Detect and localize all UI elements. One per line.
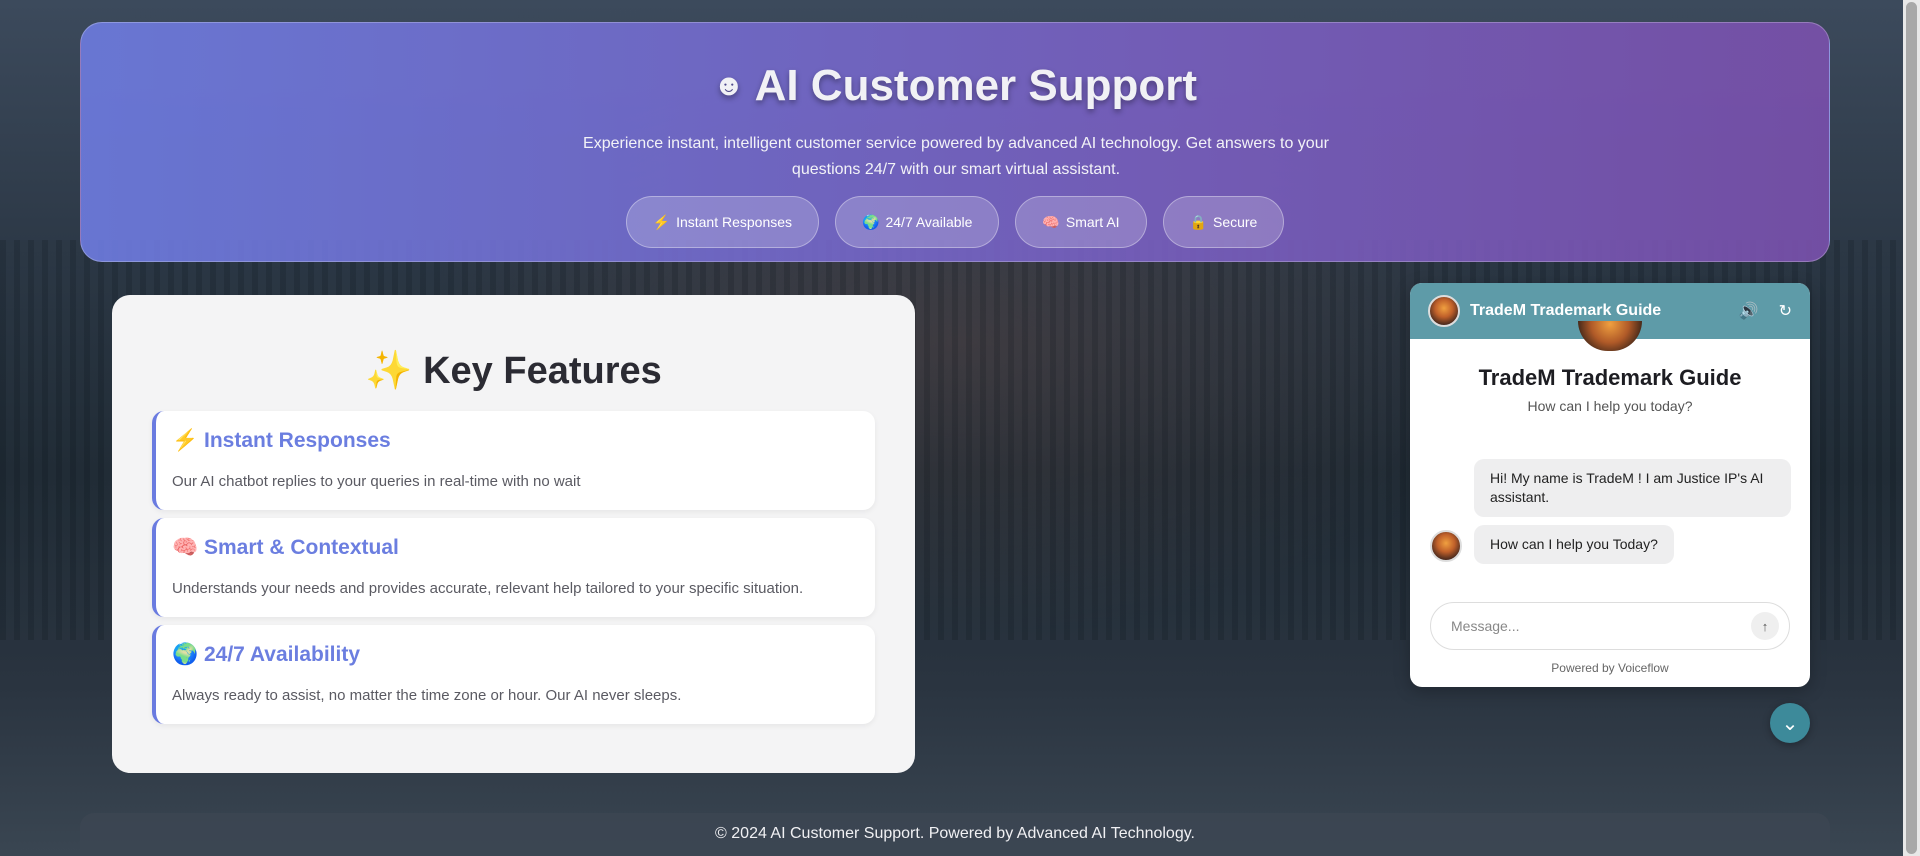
robot-icon: ☻ (712, 69, 745, 102)
hero-subtitle: Experience instant, intelligent customer… (583, 135, 1329, 178)
pill-label: 24/7 Available (885, 214, 973, 230)
page-title: ☻ AI Customer Support (81, 61, 1829, 111)
send-button[interactable]: ↑ (1751, 612, 1779, 640)
speaker-icon[interactable]: 🔊 (1739, 301, 1759, 321)
pill-label: Instant Responses (676, 214, 793, 230)
features-title: ✨ Key Features (365, 350, 662, 392)
pill-label: Smart AI (1065, 214, 1120, 230)
scrollbar-thumb[interactable] (1906, 2, 1917, 854)
feature-desc: Our AI chatbot replies to your queries i… (172, 473, 581, 490)
chat-message: How can I help you Today? (1474, 525, 1674, 564)
lightning-icon: ⚡ (652, 213, 671, 230)
hero-banner: ☻ AI Customer Support Experience instant… (80, 22, 1830, 262)
powered-by: Powered by Voiceflow (1551, 661, 1669, 675)
feature-title: 🧠 Smart & Contextual (172, 536, 399, 559)
message-placeholder: Message... (1451, 618, 1520, 634)
chat-widget: TradeM Trademark Guide 🔊 ↻ TradeM Tradem… (1410, 283, 1810, 687)
assistant-avatar (1430, 530, 1462, 562)
chat-subtitle: How can I help you today? (1527, 398, 1693, 414)
collapse-chat-button[interactable]: ⌄ (1770, 703, 1810, 743)
message-input[interactable]: Message... ↑ (1430, 602, 1790, 650)
footer: © 2024 AI Customer Support. Powered by A… (80, 813, 1830, 856)
pill-smart-ai[interactable]: 🧠 Smart AI (1015, 196, 1147, 248)
features-panel: ✨ Key Features ⚡ Instant Responses Our A… (112, 295, 915, 773)
feature-desc: Understands your needs and provides accu… (172, 580, 804, 597)
feature-desc: Always ready to assist, no matter the ti… (172, 687, 682, 704)
lock-icon: 🔒 (1189, 213, 1207, 230)
scrollbar[interactable] (1903, 0, 1920, 856)
feature-title: ⚡ Instant Responses (172, 429, 391, 452)
pill-24-7-available[interactable]: 🌍 24/7 Available (835, 196, 1000, 248)
feature-card-instant: ⚡ Instant Responses Our AI chatbot repli… (152, 411, 875, 510)
chat-message: Hi! My name is TradeM ! I am Justice IP'… (1474, 459, 1791, 517)
feature-title: 🌍 24/7 Availability (172, 643, 361, 666)
feature-card-smart: 🧠 Smart & Contextual Understands your ne… (152, 518, 875, 617)
chat-title: TradeM Trademark Guide (1478, 365, 1742, 390)
assistant-avatar (1428, 295, 1460, 327)
footer-text: © 2024 AI Customer Support. Powered by A… (715, 825, 1195, 842)
globe-icon: 🌍 (862, 213, 880, 230)
pill-label: Secure (1212, 214, 1258, 230)
arrow-up-icon: ↑ (1761, 618, 1769, 634)
feature-card-availability: 🌍 24/7 Availability Always ready to assi… (152, 625, 875, 724)
assistant-avatar-large (1578, 321, 1642, 351)
chat-header-name: TradeM Trademark Guide (1470, 302, 1662, 319)
pill-secure[interactable]: 🔒 Secure (1162, 196, 1285, 248)
refresh-icon[interactable]: ↻ (1779, 301, 1792, 321)
pill-instant-responses[interactable]: ⚡ Instant Responses (625, 196, 820, 248)
feature-pills: ⚡ Instant Responses 🌍 24/7 Available 🧠 S… (81, 196, 1829, 248)
brain-icon: 🧠 (1042, 213, 1060, 230)
chevron-down-icon: ⌄ (1781, 712, 1799, 735)
page-title-text: AI Customer Support (754, 61, 1198, 110)
